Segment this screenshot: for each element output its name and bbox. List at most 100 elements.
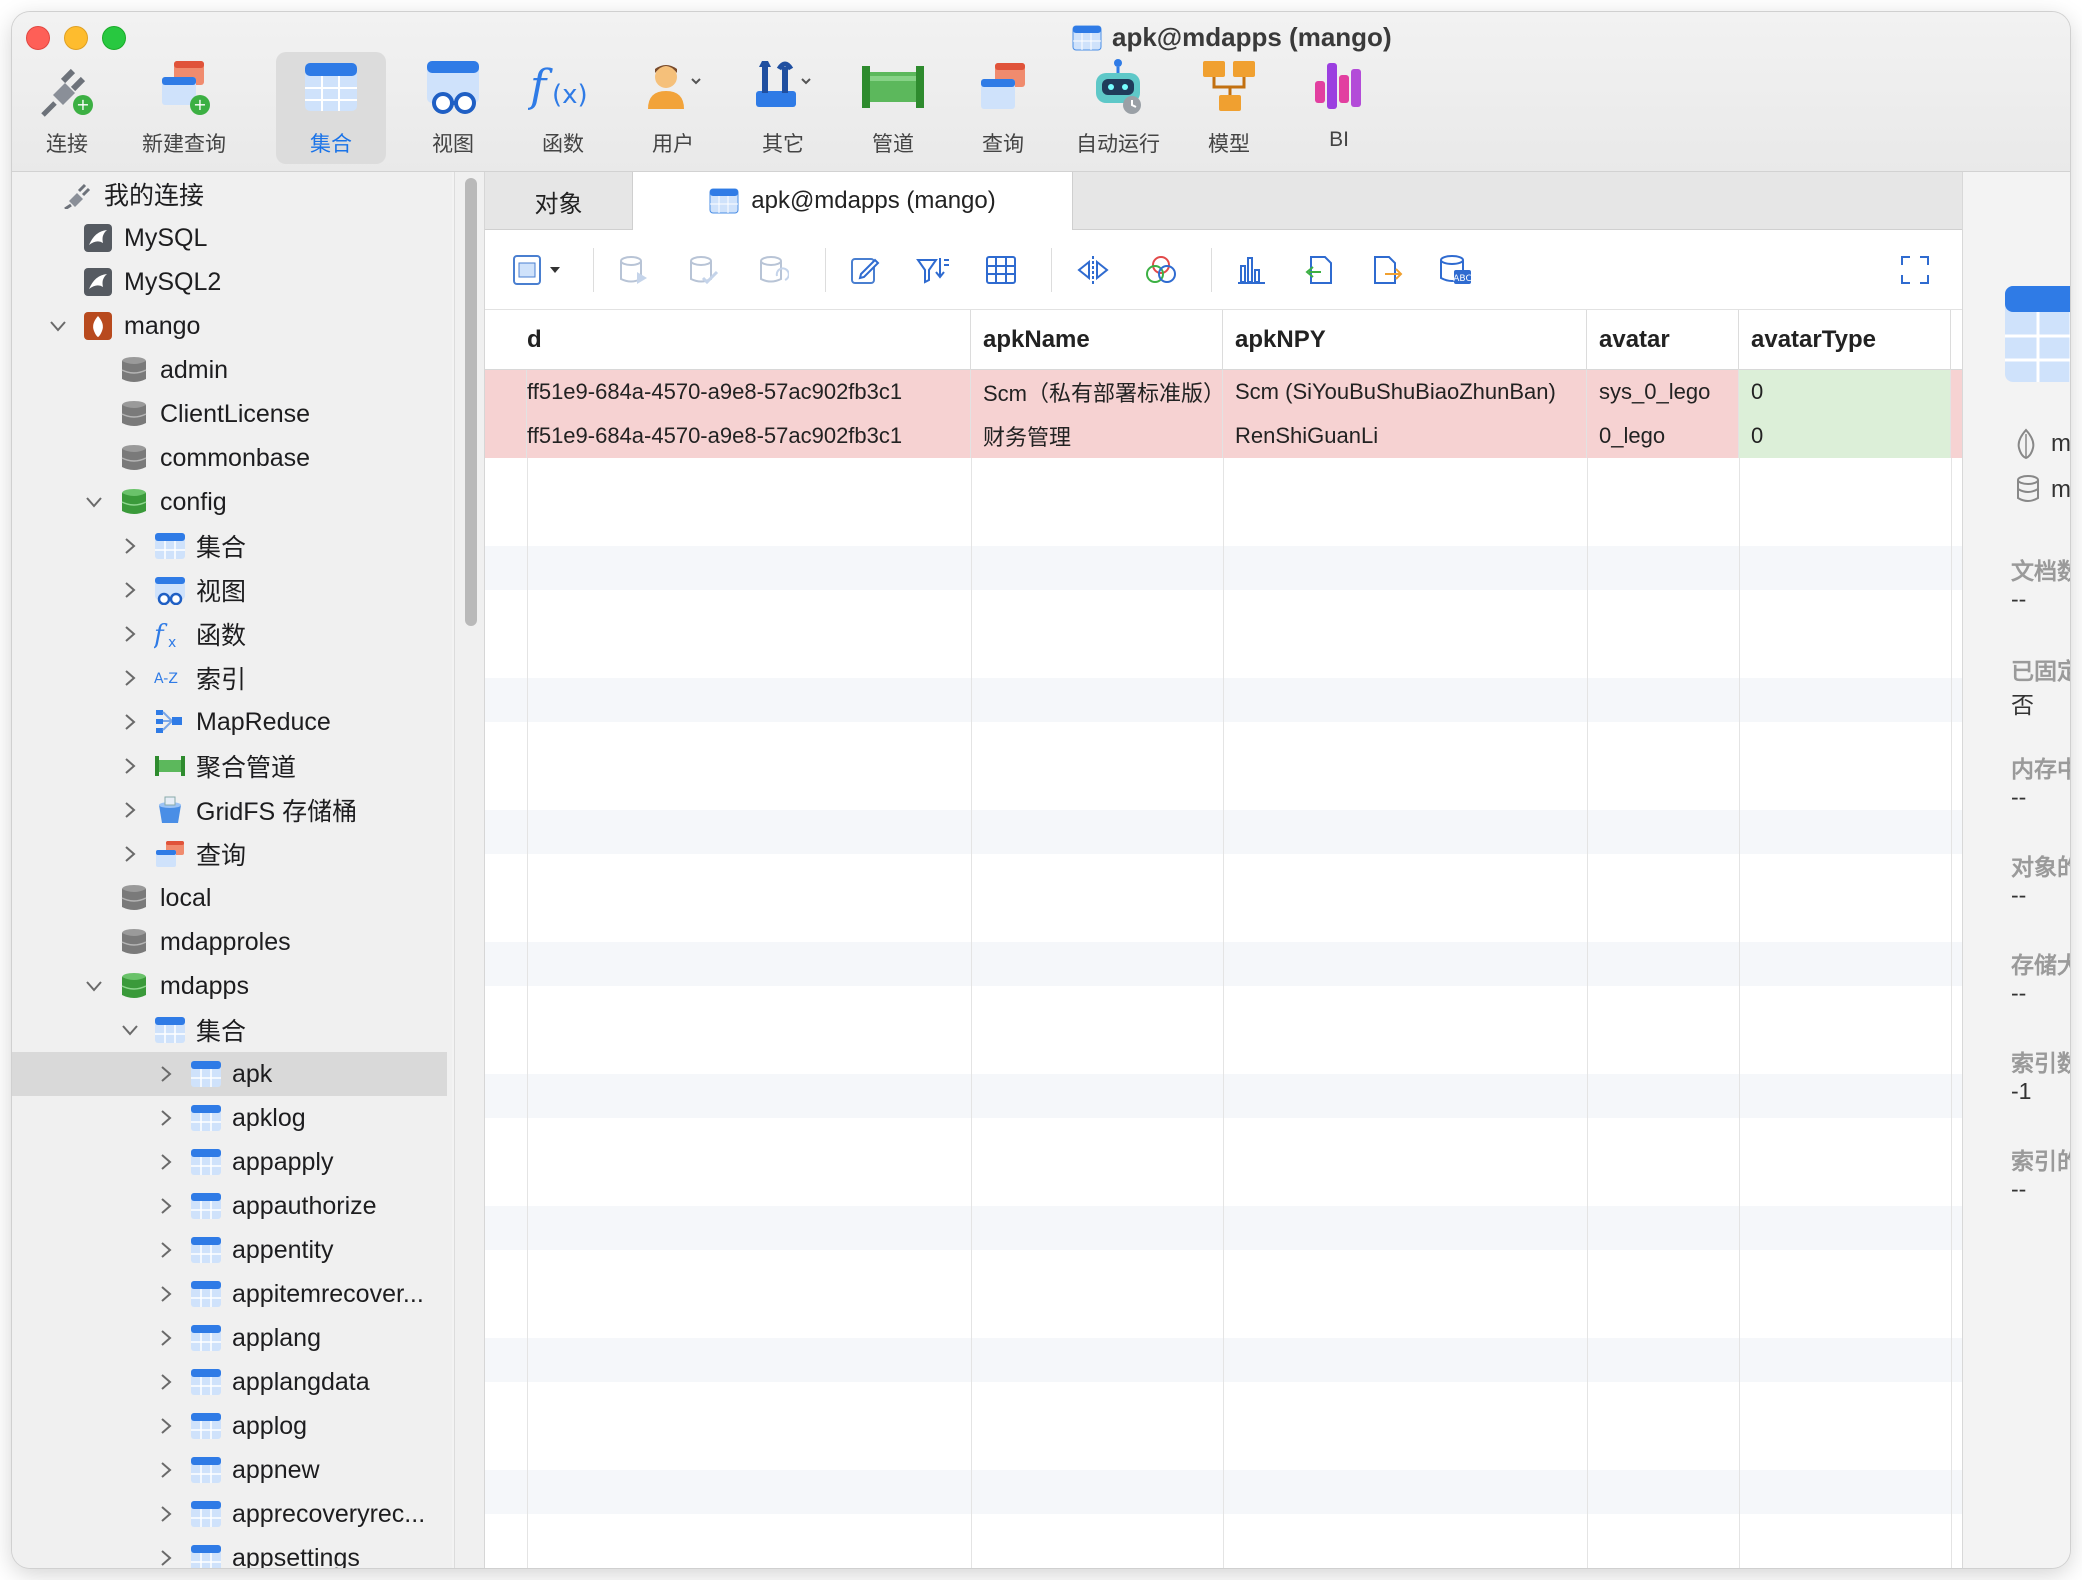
sidebar-item-node-10[interactable]: f x 函数: [12, 612, 447, 656]
sidebar-item-mdapproles[interactable]: mdapproles: [12, 920, 447, 964]
sidebar-item-clientlicense[interactable]: ClientLicense: [12, 392, 447, 436]
sidebar-item-local[interactable]: local: [12, 876, 447, 920]
view-mode-button[interactable]: [507, 250, 547, 290]
tab-apk-collection[interactable]: apk@mdapps (mango): [633, 172, 1073, 230]
column-header-avatar[interactable]: avatar: [1587, 310, 1739, 370]
view-mode-dropdown[interactable]: [545, 250, 565, 290]
cell-avatartype[interactable]: 0: [1739, 414, 1951, 458]
sidebar-item-appnew[interactable]: appnew: [12, 1448, 447, 1492]
chevron-right-icon[interactable]: [156, 1284, 176, 1304]
toolbar-new-query-button[interactable]: + 新建查询: [124, 52, 244, 164]
chevron-right-icon[interactable]: [120, 624, 140, 644]
sidebar-item-mdapps[interactable]: mdapps: [12, 964, 447, 1008]
export-button[interactable]: [1367, 250, 1407, 290]
color-label-button[interactable]: [1141, 250, 1181, 290]
filter-sort-button[interactable]: [913, 250, 953, 290]
cell-apkname[interactable]: 财务管理: [971, 414, 1223, 458]
sidebar-item-appitemrecover[interactable]: appitemrecover...: [12, 1272, 447, 1316]
sidebar-item-applog[interactable]: applog: [12, 1404, 447, 1448]
sidebar-item-node-15[interactable]: 查询: [12, 832, 447, 876]
chevron-right-icon[interactable]: [156, 1548, 176, 1568]
sidebar-item-node-11[interactable]: A-Z 索引: [12, 656, 447, 700]
sidebar-item-commonbase[interactable]: commonbase: [12, 436, 447, 480]
sidebar-item-node-19[interactable]: 集合: [12, 1008, 447, 1052]
table-row[interactable]: ff51e9-684a-4570-a9e8-57ac902fb3c1 Scm（私…: [485, 370, 1963, 414]
sidebar-item-node-8[interactable]: 集合: [12, 524, 447, 568]
sidebar-scroll-thumb[interactable]: [465, 178, 477, 626]
sidebar-item-mapreduce[interactable]: MapReduce: [12, 700, 447, 744]
tab-objects[interactable]: 对象: [485, 172, 633, 230]
cell-apknpy[interactable]: RenShiGuanLi: [1223, 414, 1587, 458]
sidebar-item-appsettings[interactable]: appsettings: [12, 1536, 447, 1568]
sidebar-item-mango[interactable]: mango: [12, 304, 447, 348]
import-button[interactable]: [1299, 250, 1339, 290]
sidebar-item-admin[interactable]: admin: [12, 348, 447, 392]
sidebar-item-apk[interactable]: apk: [12, 1052, 447, 1096]
toolbar-user-button[interactable]: 用户: [618, 52, 728, 164]
chart-button[interactable]: [1231, 250, 1271, 290]
cell-avatartype[interactable]: 0: [1739, 370, 1951, 414]
toolbar-connect-button[interactable]: + 连接: [12, 52, 122, 164]
chevron-right-icon[interactable]: [156, 1064, 176, 1084]
data-generation-button[interactable]: ABC: [1435, 250, 1475, 290]
sidebar-item-apklog[interactable]: apklog: [12, 1096, 447, 1140]
rollback-button[interactable]: [753, 250, 793, 290]
toolbar-pipeline-button[interactable]: 管道: [838, 52, 948, 164]
chevron-down-icon[interactable]: [120, 1020, 140, 1040]
column-header-avatartype[interactable]: avatarType: [1739, 310, 1951, 370]
cell-avatar[interactable]: sys_0_lego: [1587, 370, 1739, 414]
cell-avatar[interactable]: 0_lego: [1587, 414, 1739, 458]
chevron-right-icon[interactable]: [156, 1372, 176, 1392]
toolbar-other-button[interactable]: 其它: [728, 52, 838, 164]
chevron-down-icon[interactable]: [84, 976, 104, 996]
sidebar-item-mysql[interactable]: MySQL: [12, 216, 447, 260]
chevron-right-icon[interactable]: [120, 844, 140, 864]
toolbar-view-button[interactable]: 视图: [398, 52, 508, 164]
sidebar-item-node-9[interactable]: 视图: [12, 568, 447, 612]
table-row[interactable]: ff51e9-684a-4570-a9e8-57ac902fb3c1 财务管理 …: [485, 414, 1963, 458]
sidebar-item-appentity[interactable]: appentity: [12, 1228, 447, 1272]
sidebar-item-applang[interactable]: applang: [12, 1316, 447, 1360]
chevron-right-icon[interactable]: [156, 1328, 176, 1348]
fullscreen-button[interactable]: [1895, 250, 1935, 290]
chevron-right-icon[interactable]: [120, 668, 140, 688]
column-header-id[interactable]: d: [515, 310, 971, 370]
chevron-right-icon[interactable]: [156, 1416, 176, 1436]
sidebar-item-config[interactable]: config: [12, 480, 447, 524]
chevron-down-icon[interactable]: [48, 316, 68, 336]
chevron-right-icon[interactable]: [120, 536, 140, 556]
chevron-right-icon[interactable]: [120, 800, 140, 820]
minimize-window-button[interactable]: [64, 26, 88, 50]
chevron-right-icon[interactable]: [120, 580, 140, 600]
begin-transaction-button[interactable]: [613, 250, 653, 290]
chevron-down-icon[interactable]: [84, 492, 104, 512]
zoom-window-button[interactable]: [102, 26, 126, 50]
column-header-apknpy[interactable]: apkNPY: [1223, 310, 1587, 370]
toolbar-automation-button[interactable]: 自动运行: [1058, 52, 1178, 164]
close-window-button[interactable]: [26, 26, 50, 50]
compare-button[interactable]: [1073, 250, 1113, 290]
toolbar-bi-button[interactable]: BI: [1284, 52, 1394, 164]
cell-id[interactable]: ff51e9-684a-4570-a9e8-57ac902fb3c1: [527, 370, 971, 414]
chevron-right-icon[interactable]: [156, 1240, 176, 1260]
cell-apknpy[interactable]: Scm (SiYouBuShuBiaoZhunBan): [1223, 370, 1587, 414]
sidebar-item-applangdata[interactable]: applangdata: [12, 1360, 447, 1404]
sidebar-item-gridfs[interactable]: GridFS 存储桶: [12, 788, 447, 832]
chevron-right-icon[interactable]: [156, 1504, 176, 1524]
chevron-right-icon[interactable]: [156, 1108, 176, 1128]
chevron-right-icon[interactable]: [156, 1460, 176, 1480]
chevron-right-icon[interactable]: [156, 1152, 176, 1172]
chevron-right-icon[interactable]: [120, 712, 140, 732]
toolbar-collection-button[interactable]: 集合: [276, 52, 386, 164]
sidebar-item-appauthorize[interactable]: appauthorize: [12, 1184, 447, 1228]
grid-view-button[interactable]: [981, 250, 1021, 290]
sidebar-item-node-0[interactable]: 我的连接: [12, 172, 447, 216]
chevron-right-icon[interactable]: [156, 1196, 176, 1216]
toolbar-query-button[interactable]: 查询: [948, 52, 1058, 164]
toolbar-model-button[interactable]: 模型: [1174, 52, 1284, 164]
sidebar-item-mysql2[interactable]: MySQL2: [12, 260, 447, 304]
column-header-apkname[interactable]: apkName: [971, 310, 1223, 370]
commit-button[interactable]: [683, 250, 723, 290]
sidebar-item-apprecoveryrec[interactable]: apprecoveryrec...: [12, 1492, 447, 1536]
toolbar-function-button[interactable]: f (x) 函数: [508, 52, 618, 164]
